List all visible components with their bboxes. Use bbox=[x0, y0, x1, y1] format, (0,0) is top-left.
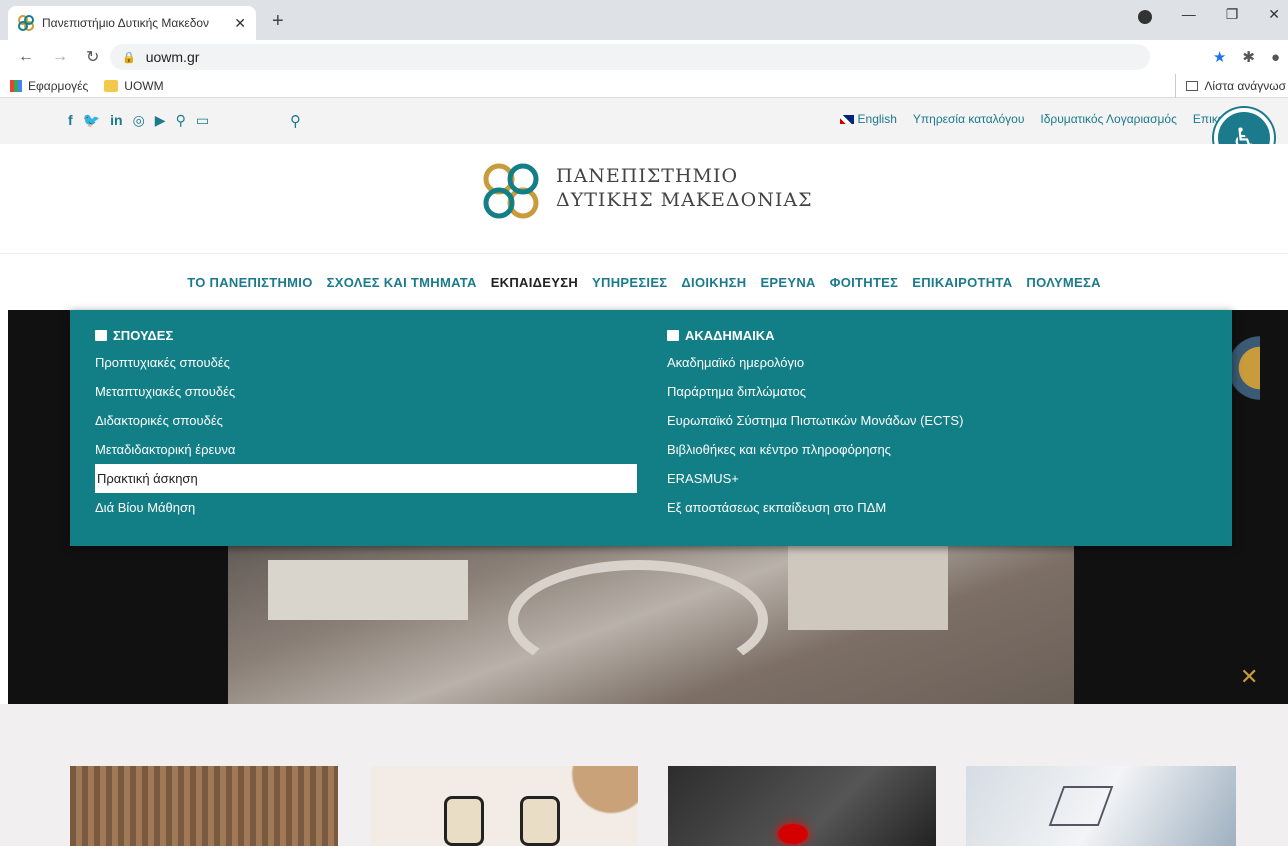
academics-column: ΑΚΑΔΗΜΑΙΚΑ Ακαδημαϊκό ημερολόγιο Παράρτη… bbox=[667, 326, 1207, 522]
account-icon[interactable]: ● bbox=[1271, 49, 1280, 66]
youtube-icon[interactable]: ▶ bbox=[155, 112, 166, 129]
bookmark-label: UOWM bbox=[124, 78, 164, 93]
news-card-image[interactable] bbox=[370, 766, 638, 846]
url-bar[interactable]: 🔒 uowm.gr bbox=[110, 44, 1150, 70]
dropdown-item-doctoral[interactable]: Διδακτορικές σπουδές bbox=[95, 406, 637, 435]
dropdown-item-calendar[interactable]: Ακαδημαϊκό ημερολόγιο bbox=[667, 348, 1207, 377]
menu-research[interactable]: ΕΡΕΥΝΑ bbox=[760, 275, 815, 290]
profile-icon[interactable] bbox=[1137, 10, 1152, 24]
studies-heading: ΣΠΟΥΔΕΣ bbox=[95, 326, 637, 344]
menu-services[interactable]: ΥΠΗΡΕΣΙΕΣ bbox=[592, 275, 667, 290]
location-icon[interactable]: ⚲ bbox=[176, 112, 186, 129]
university-logo-icon[interactable] bbox=[480, 160, 542, 222]
browser-tab[interactable]: Πανεπιστήμιο Δυτικής Μακεδον ✕ bbox=[8, 6, 256, 40]
account-link[interactable]: Ιδρυματικός Λογαριασμός bbox=[1040, 112, 1176, 126]
news-card-image[interactable] bbox=[668, 766, 936, 846]
dropdown-item-erasmus[interactable]: ERASMUS+ bbox=[667, 464, 1207, 493]
twitter-icon[interactable]: 🐦 bbox=[83, 112, 100, 129]
education-dropdown: ΣΠΟΥΔΕΣ Προπτυχιακές σπουδές Μεταπτυχιακ… bbox=[70, 310, 1232, 546]
bookmarks-bar: Εφαρμογές UOWM Λίστα ανάγνωσ bbox=[0, 74, 1288, 98]
dropdown-item-ects[interactable]: Ευρωπαϊκό Σύστημα Πιστωτικών Μονάδων (EC… bbox=[667, 406, 1207, 435]
apps-grid-icon bbox=[10, 79, 22, 92]
bookmark-label: Εφαρμογές bbox=[28, 78, 89, 93]
extensions-icon[interactable]: ✱ bbox=[1242, 48, 1255, 66]
book-icon bbox=[95, 329, 107, 341]
news-card-image[interactable] bbox=[70, 766, 338, 846]
window-close-icon[interactable]: ✕ bbox=[1268, 6, 1280, 24]
directory-link[interactable]: Υπηρεσία καταλόγου bbox=[913, 112, 1025, 126]
url-text: uowm.gr bbox=[145, 49, 200, 65]
studies-column: ΣΠΟΥΔΕΣ Προπτυχιακές σπουδές Μεταπτυχιακ… bbox=[95, 326, 637, 522]
dropdown-item-undergraduate[interactable]: Προπτυχιακές σπουδές bbox=[95, 348, 637, 377]
book-icon bbox=[667, 329, 679, 341]
forward-icon[interactable]: → bbox=[52, 48, 68, 66]
minimize-icon[interactable]: — bbox=[1182, 6, 1196, 24]
menu-multimedia[interactable]: ΠΟΛΥΜΕΣΑ bbox=[1026, 275, 1100, 290]
uowm-favicon-icon bbox=[18, 15, 34, 31]
reload-icon[interactable]: ↻ bbox=[86, 47, 99, 67]
glass-structure bbox=[1048, 786, 1114, 826]
road-curve bbox=[508, 560, 768, 680]
social-links: f 🐦 in ◎ ▶ ⚲ ▭ bbox=[68, 112, 209, 129]
back-icon[interactable]: ← bbox=[18, 48, 34, 66]
robot-shape bbox=[520, 796, 560, 846]
uk-flag-icon bbox=[839, 115, 854, 125]
dropdown-item-postgraduate[interactable]: Μεταπτυχιακές σπουδές bbox=[95, 377, 637, 406]
university-name-line1: ΠΑΝΕΠΙΣΤΗΜΙΟ bbox=[556, 165, 739, 187]
corner-logo-icon: ✕ bbox=[1240, 664, 1259, 689]
dropdown-item-distance-learning[interactable]: Εξ αποστάσεως εκπαίδευση στο ΠΔΜ bbox=[667, 493, 1207, 522]
window-controls: — ❐ ✕ bbox=[1137, 6, 1288, 24]
menu-university[interactable]: ΤΟ ΠΑΝΕΠΙΣΤΗΜΙΟ bbox=[187, 275, 312, 290]
new-tab-button[interactable]: + bbox=[272, 10, 284, 33]
instagram-icon[interactable]: ◎ bbox=[133, 112, 145, 129]
reading-list-icon bbox=[1186, 81, 1199, 91]
menu-news[interactable]: ΕΠΙΚΑΙΡΟΤΗΤΑ bbox=[912, 275, 1012, 290]
search-icon[interactable]: ⚲ bbox=[290, 112, 301, 130]
top-links: English Υπηρεσία καταλόγου Ιδρυματικός Λ… bbox=[839, 112, 1258, 126]
browser-tabbar: Πανεπιστήμιο Δυτικής Μακεδον ✕ + — ❐ ✕ bbox=[0, 0, 1288, 40]
dropdown-item-postdoctoral[interactable]: Μεταδιδακτορική έρευνα bbox=[95, 435, 637, 464]
tab-title: Πανεπιστήμιο Δυτικής Μακεδον bbox=[42, 16, 210, 30]
dropdown-item-libraries[interactable]: Βιβλιοθήκες και κέντρο πληροφόρησης bbox=[667, 435, 1207, 464]
university-name-line2: ΔΥΤΙΚΗΣ ΜΑΚΕΔΟΝΙΑΣ bbox=[556, 189, 813, 211]
robot-shape bbox=[444, 796, 484, 846]
linkedin-icon[interactable]: in bbox=[110, 112, 122, 129]
bookmark-apps[interactable]: Εφαρμογές bbox=[10, 79, 88, 93]
language-link[interactable]: English bbox=[839, 112, 897, 126]
dropdown-item-internship[interactable]: Πρακτική άσκηση bbox=[95, 464, 637, 493]
facebook-icon[interactable]: f bbox=[68, 112, 73, 129]
restore-icon[interactable]: ❐ bbox=[1226, 6, 1239, 24]
menu-education[interactable]: ΕΚΠΑΙΔΕΥΣΗ bbox=[491, 275, 578, 290]
reading-list-button[interactable]: Λίστα ανάγνωσ bbox=[1175, 74, 1288, 98]
academics-heading: ΑΚΑΔΗΜΑΙΚΑ bbox=[667, 326, 1207, 344]
folder-icon bbox=[104, 79, 119, 92]
main-navigation: ΤΟ ΠΑΝΕΠΙΣΤΗΜΙΟ ΣΧΟΛΕΣ ΚΑΙ ΤΜΗΜΑΤΑ ΕΚΠΑΙ… bbox=[0, 254, 1288, 310]
building-shape bbox=[268, 560, 468, 620]
laser-light bbox=[778, 824, 808, 844]
lock-icon: 🔒 bbox=[122, 51, 136, 64]
menu-schools[interactable]: ΣΧΟΛΕΣ ΚΑΙ ΤΜΗΜΑΤΑ bbox=[327, 275, 477, 290]
tab-close-icon[interactable]: ✕ bbox=[234, 15, 246, 32]
menu-administration[interactable]: ΔΙΟΙΚΗΣΗ bbox=[681, 275, 746, 290]
campus-aerial-image bbox=[228, 520, 1074, 704]
building-shape bbox=[788, 540, 948, 630]
dropdown-item-lifelong-learning[interactable]: Διά Βίου Μάθηση bbox=[95, 493, 637, 522]
tv-icon[interactable]: ▭ bbox=[196, 112, 209, 129]
university-name[interactable]: ΠΑΝΕΠΙΣΤΗΜΙΟ ΔΥΤΙΚΗΣ ΜΑΚΕΔΟΝΙΑΣ bbox=[556, 164, 813, 212]
news-card-image[interactable] bbox=[966, 766, 1236, 846]
bookmark-uowm[interactable]: UOWM bbox=[104, 78, 164, 93]
bookmark-star-icon[interactable]: ★ bbox=[1213, 48, 1226, 66]
toolbar-right: ★ ✱ ● bbox=[1213, 40, 1288, 74]
menu-students[interactable]: ΦΟΙΤΗΤΕΣ bbox=[830, 275, 899, 290]
reading-list-label: Λίστα ανάγνωσ bbox=[1204, 79, 1286, 93]
dropdown-item-diploma-supplement[interactable]: Παράρτημα διπλώματος bbox=[667, 377, 1207, 406]
site-topbar: f 🐦 in ◎ ▶ ⚲ ▭ ⚲ English Υπηρεσία καταλό… bbox=[0, 98, 1288, 144]
address-toolbar: ← → ↻ 🔒 uowm.gr ★ ✱ ● bbox=[0, 40, 1288, 74]
